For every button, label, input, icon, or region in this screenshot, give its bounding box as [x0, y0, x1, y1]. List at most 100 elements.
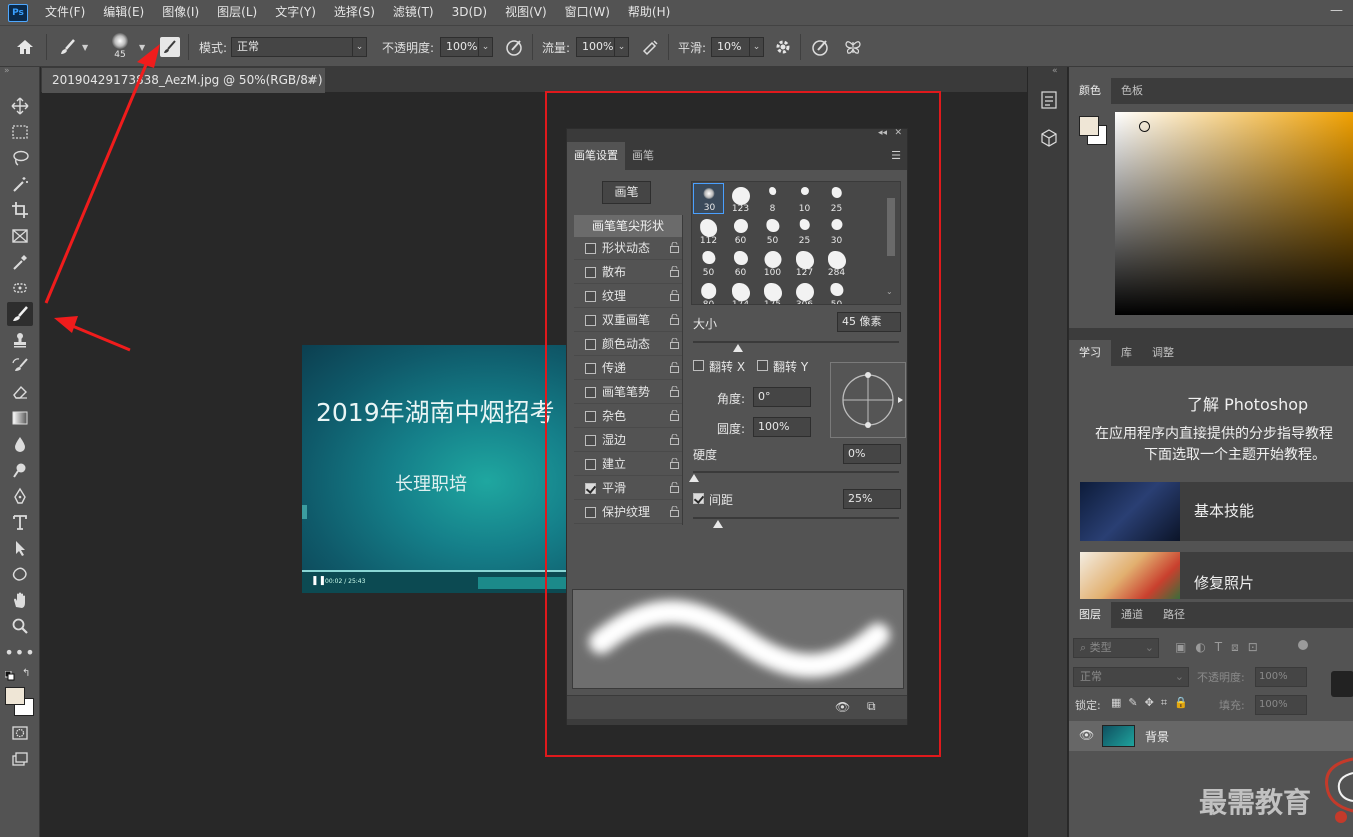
menu-image[interactable]: 图像(I) [153, 0, 208, 25]
panel-resize-grip[interactable] [567, 719, 907, 725]
hardness-slider-thumb[interactable] [689, 474, 699, 482]
picker-cursor[interactable] [1139, 121, 1150, 132]
brush-option-checkbox[interactable] [585, 243, 596, 254]
pressure-opacity-button[interactable] [504, 26, 524, 68]
brush-tip[interactable]: 284 [821, 247, 852, 278]
tab-brush-settings[interactable]: 画笔设置 [567, 142, 625, 170]
menu-layer[interactable]: 图层(L) [208, 0, 266, 25]
close-panel-icon[interactable]: ✕ [894, 128, 902, 138]
tab-learn[interactable]: 学习 [1069, 340, 1111, 366]
collapsed-panel-thumb[interactable] [1331, 671, 1353, 697]
lock-icon[interactable] [670, 314, 679, 325]
lock-icon[interactable] [670, 362, 679, 373]
tab-swatches[interactable]: 色板 [1111, 78, 1153, 104]
brush-option-row[interactable]: 保护纹理 [574, 501, 682, 524]
brush-tip[interactable]: 50 [757, 215, 788, 246]
tab-libraries[interactable]: 库 [1111, 340, 1142, 366]
brush-option-row[interactable]: 建立 [574, 453, 682, 476]
brush-tip[interactable]: 80 [693, 279, 724, 304]
clone-stamp-tool[interactable] [7, 328, 33, 352]
brush-tip[interactable]: 30 [821, 215, 852, 246]
topic-card[interactable]: 基本技能 [1080, 482, 1353, 541]
mode-select[interactable]: 正常 ⌄ [231, 26, 367, 68]
blend-mode-select[interactable]: 正常 ⌄ [1073, 667, 1189, 687]
brush-option-checkbox[interactable] [585, 339, 596, 350]
brush-tip[interactable]: 127 [789, 247, 820, 278]
zoom-tool[interactable] [7, 614, 33, 638]
brush-option-row[interactable]: 湿边 [574, 429, 682, 452]
brush-option-row[interactable]: 传递 [574, 357, 682, 380]
brush-option-checkbox[interactable] [585, 315, 596, 326]
tab-adjustments[interactable]: 调整 [1142, 340, 1184, 366]
topic-card[interactable]: 修复照片 [1080, 552, 1353, 599]
healing-brush-tool[interactable] [7, 276, 33, 300]
brush-tip[interactable]: 100 [757, 247, 788, 278]
brush-option-checkbox[interactable] [585, 363, 596, 374]
lock-icon[interactable] [670, 506, 679, 517]
brush-option-checkbox[interactable] [585, 483, 596, 494]
brush-tip[interactable]: 112 [693, 215, 724, 246]
quick-mask-button[interactable] [7, 721, 33, 745]
lock-icon[interactable] [670, 410, 679, 421]
tips-scrollbar[interactable]: ⌄ [885, 184, 897, 299]
pen-tool[interactable] [7, 484, 33, 508]
menu-help[interactable]: 帮助(H) [619, 0, 679, 25]
brush-tip[interactable]: 25 [789, 215, 820, 246]
collapse-icon[interactable]: « [1052, 66, 1058, 76]
lock-icon[interactable] [670, 338, 679, 349]
color-picker-field[interactable] [1115, 112, 1353, 315]
hardness-slider-track[interactable] [693, 471, 899, 473]
history-brush-tool[interactable] [7, 354, 33, 378]
spacing-slider-thumb[interactable] [713, 520, 723, 528]
menu-type[interactable]: 文字(Y) [266, 0, 325, 25]
brush-option-row[interactable]: 杂色 [574, 405, 682, 428]
swap-colors-icon[interactable]: ↰ [22, 668, 30, 679]
layer-filter-icons[interactable]: ▣◐T⧈⊡ [1175, 640, 1267, 655]
dodge-tool[interactable] [7, 458, 33, 482]
spacing-checkbox[interactable] [693, 493, 704, 504]
brush-option-checkbox[interactable] [585, 507, 596, 518]
symmetry-button[interactable] [843, 26, 863, 68]
brush-option-checkbox[interactable] [585, 435, 596, 446]
brush-option-row[interactable]: 颜色动态 [574, 333, 682, 356]
menu-file[interactable]: 文件(F) [36, 0, 94, 25]
minimize-icon[interactable]: — [1330, 3, 1343, 18]
lock-icon[interactable] [670, 482, 679, 493]
brush-tip[interactable]: 10 [789, 183, 820, 214]
blur-tool[interactable] [7, 432, 33, 456]
hand-tool[interactable] [7, 588, 33, 612]
lasso-tool[interactable] [7, 146, 33, 170]
tab-color[interactable]: 颜色 [1069, 78, 1111, 104]
new-brush-icon[interactable]: ⧉ [867, 699, 876, 714]
close-tab-icon[interactable]: ✕ [307, 68, 316, 93]
layer-row[interactable]: 👁 背景 [1069, 721, 1353, 751]
chevron-down-icon[interactable]: ▼ [139, 26, 145, 68]
lock-icon[interactable] [670, 266, 679, 277]
brush-tool[interactable] [7, 302, 33, 326]
menu-filter[interactable]: 滤镜(T) [384, 0, 443, 25]
brush-tip-shape-item[interactable]: 画笔笔尖形状 [574, 215, 682, 237]
brush-option-row[interactable]: 纹理 [574, 285, 682, 308]
size-slider-thumb[interactable] [733, 344, 743, 352]
home-button[interactable] [16, 26, 34, 68]
eye-icon[interactable]: 👁 [1079, 728, 1094, 742]
flip-y-checkbox[interactable] [757, 360, 768, 371]
tab-channels[interactable]: 通道 [1111, 602, 1153, 628]
layer-filter-select[interactable]: ⌕ 类型 ⌄ [1073, 638, 1159, 658]
brush-tip[interactable]: 8 [757, 183, 788, 214]
eyedropper-tool[interactable] [7, 250, 33, 274]
layer-opacity-field[interactable]: 100% [1255, 667, 1307, 687]
brush-option-row[interactable]: 散布 [574, 261, 682, 284]
fill-field[interactable]: 100% [1255, 695, 1307, 715]
lock-icon[interactable] [670, 386, 679, 397]
brush-option-row[interactable]: 平滑 [574, 477, 682, 500]
brush-tip[interactable]: 50 [821, 279, 852, 304]
brush-option-checkbox[interactable] [585, 411, 596, 422]
opacity-field[interactable]: 100% ⌄ [440, 26, 493, 68]
properties-panel-button[interactable] [1041, 129, 1057, 150]
brush-tip[interactable]: 175 [757, 279, 788, 304]
document-tab[interactable]: 20190429173838_AezM.jpg @ 50%(RGB/8#) ✕ [42, 68, 325, 93]
lock-icon[interactable] [670, 290, 679, 301]
toggle-brush-panel-button[interactable] [160, 26, 180, 68]
angle-roundness-preview[interactable] [830, 362, 906, 438]
